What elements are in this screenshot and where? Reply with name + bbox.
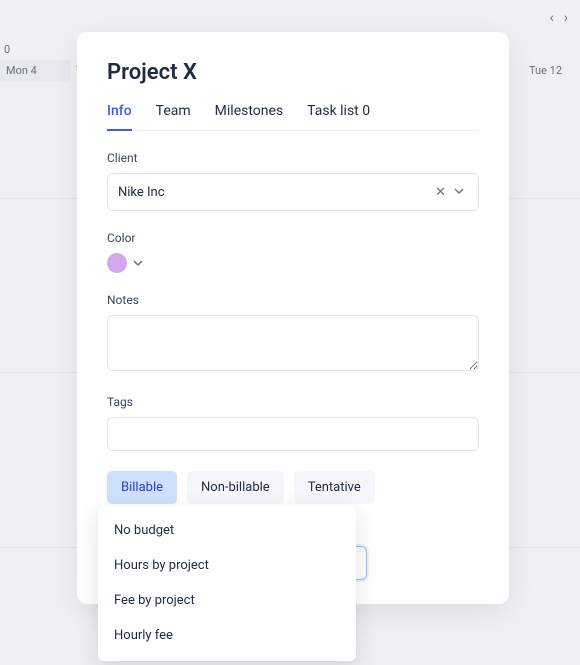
calendar-nav: ‹ ›	[0, 0, 580, 36]
bg-zero-label: 0	[4, 43, 10, 56]
client-field: Client Nike Inc ✕	[107, 151, 479, 211]
segment-non-billable[interactable]: Non-billable	[187, 471, 284, 504]
tags-input[interactable]	[107, 417, 479, 451]
client-value: Nike Inc	[118, 185, 431, 200]
color-label: Color	[107, 231, 479, 245]
notes-textarea[interactable]	[107, 315, 479, 371]
tab-team[interactable]: Team	[156, 103, 191, 130]
color-field: Color	[107, 231, 479, 273]
modal-tabs: Info Team Milestones Task list 0	[107, 103, 479, 131]
notes-label: Notes	[107, 293, 479, 307]
calendar-day[interactable]: Mon 4	[0, 60, 70, 82]
client-select[interactable]: Nike Inc ✕	[107, 173, 479, 211]
budget-option-no-budget[interactable]: No budget	[98, 513, 356, 548]
chevron-down-icon[interactable]	[450, 185, 468, 200]
next-week-button[interactable]: ›	[564, 10, 568, 26]
color-picker[interactable]	[107, 253, 479, 273]
client-label: Client	[107, 151, 479, 165]
budget-option-fee-by-project[interactable]: Fee by project	[98, 583, 356, 618]
tags-field: Tags	[107, 395, 479, 451]
tab-info[interactable]: Info	[107, 103, 132, 131]
tab-milestones[interactable]: Milestones	[215, 103, 284, 130]
tags-label: Tags	[107, 395, 479, 409]
budget-option-hourly-fee[interactable]: Hourly fee	[98, 618, 356, 653]
budget-option-hours-by-project[interactable]: Hours by project	[98, 548, 356, 583]
tab-task-list[interactable]: Task list 0	[307, 103, 370, 130]
client-clear-icon[interactable]: ✕	[431, 185, 450, 200]
billing-segments: Billable Non-billable Tentative	[107, 471, 479, 504]
notes-field: Notes	[107, 293, 479, 375]
modal-title: Project X	[107, 60, 479, 85]
calendar-day[interactable]: Tue 12	[523, 60, 568, 81]
prev-week-button[interactable]: ‹	[550, 10, 554, 26]
budget-dropdown: No budget Hours by project Fee by projec…	[98, 505, 356, 661]
segment-tentative[interactable]: Tentative	[294, 471, 375, 504]
color-swatch	[107, 253, 127, 273]
segment-billable[interactable]: Billable	[107, 471, 177, 504]
chevron-down-icon[interactable]	[133, 258, 143, 268]
